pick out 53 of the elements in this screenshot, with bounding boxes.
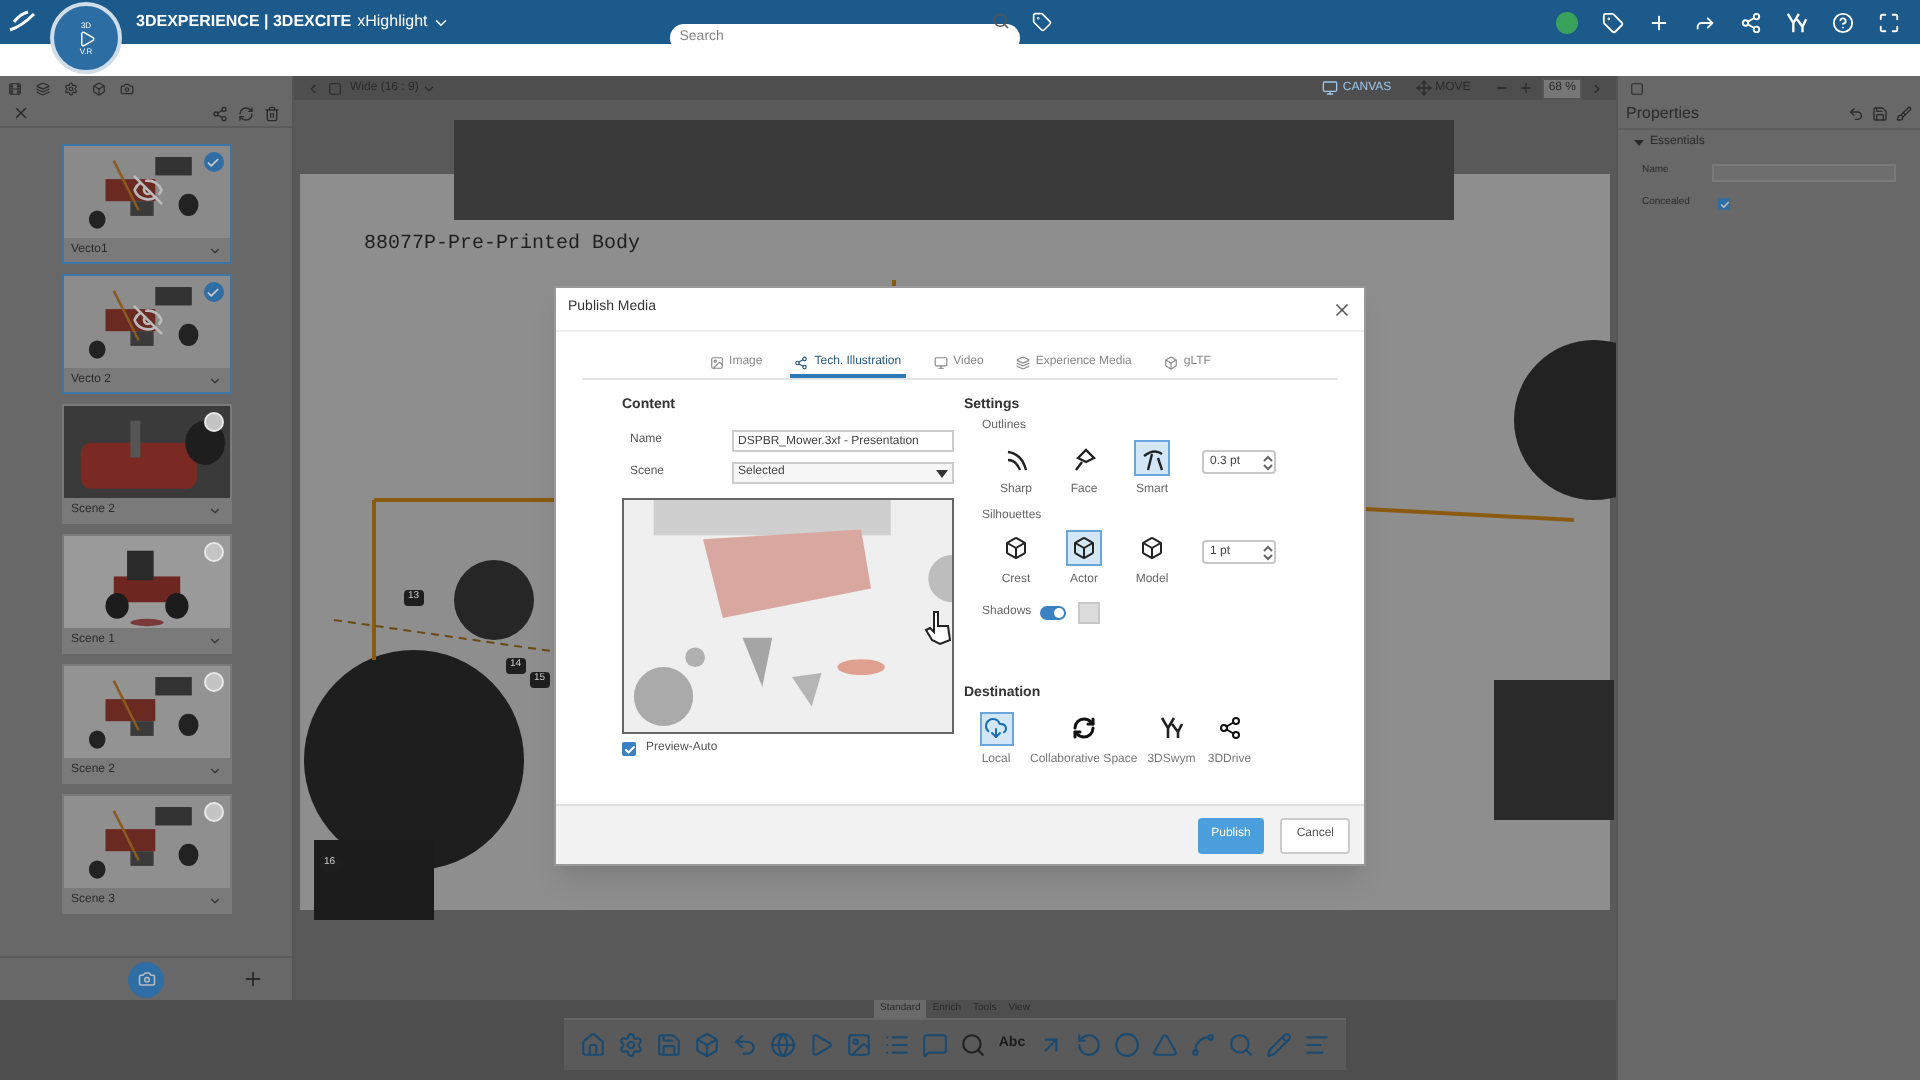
zoom-in-icon[interactable] (1518, 80, 1535, 96)
check-icon (206, 285, 220, 299)
check-icon (206, 155, 220, 169)
check-icon (1719, 199, 1729, 209)
panel-title: Properties (1626, 102, 1701, 126)
play-icon (77, 29, 95, 47)
gear-icon[interactable] (64, 81, 78, 95)
user-avatar[interactable] (1556, 11, 1578, 33)
search-icon[interactable] (960, 1032, 987, 1058)
expand-icon[interactable] (1590, 81, 1604, 95)
tool-icon[interactable] (770, 1032, 797, 1058)
search-icon (991, 12, 1010, 30)
tool-icon[interactable] (1265, 1032, 1292, 1058)
chevron-icon[interactable] (207, 633, 221, 647)
fullscreen-icon[interactable] (1878, 11, 1900, 33)
capture-button[interactable] (128, 961, 164, 997)
undo-icon[interactable] (1848, 106, 1864, 122)
forward-icon[interactable] (1694, 11, 1716, 33)
chevron-icon[interactable] (207, 763, 221, 777)
caret-icon (1634, 138, 1644, 148)
brush-icon[interactable] (1896, 106, 1912, 122)
chevron-icon[interactable] (207, 243, 221, 257)
help-icon[interactable] (1832, 11, 1854, 33)
camera-icon[interactable] (120, 81, 134, 95)
checkbox[interactable] (1718, 198, 1730, 210)
film-icon[interactable] (8, 81, 22, 95)
chevron-icon[interactable] (207, 373, 221, 387)
save-icon[interactable] (1872, 106, 1888, 122)
brand-title: 3DEXPERIENCE | 3DEXCITE (136, 10, 352, 34)
chevron-icon[interactable] (207, 893, 221, 907)
plus-icon[interactable] (1648, 11, 1670, 33)
layers-icon[interactable] (36, 81, 50, 95)
people-icon[interactable] (1786, 11, 1808, 33)
frame-icon (328, 81, 342, 95)
camera-icon (137, 970, 155, 988)
panel-icon[interactable] (1630, 81, 1644, 95)
move-icon (1415, 80, 1432, 96)
collapse-icon[interactable] (306, 81, 320, 95)
logo-icon (8, 10, 36, 34)
app-switcher[interactable]: xHighlight (357, 10, 450, 34)
share-icon[interactable] (1740, 11, 1762, 33)
monitor-icon (1322, 80, 1339, 96)
chevron-icon (422, 81, 437, 95)
tag-icon[interactable] (1602, 11, 1624, 33)
cube-icon[interactable] (92, 81, 106, 95)
tool-icon[interactable] (1113, 1032, 1140, 1058)
trash-icon[interactable] (264, 105, 280, 121)
tag-icon[interactable] (1031, 12, 1052, 32)
tool-icon[interactable] (694, 1032, 721, 1058)
refresh-icon[interactable] (238, 105, 254, 121)
add-icon[interactable] (242, 968, 264, 990)
chevron-icon[interactable] (207, 503, 221, 517)
tool-icon[interactable] (846, 1032, 873, 1058)
